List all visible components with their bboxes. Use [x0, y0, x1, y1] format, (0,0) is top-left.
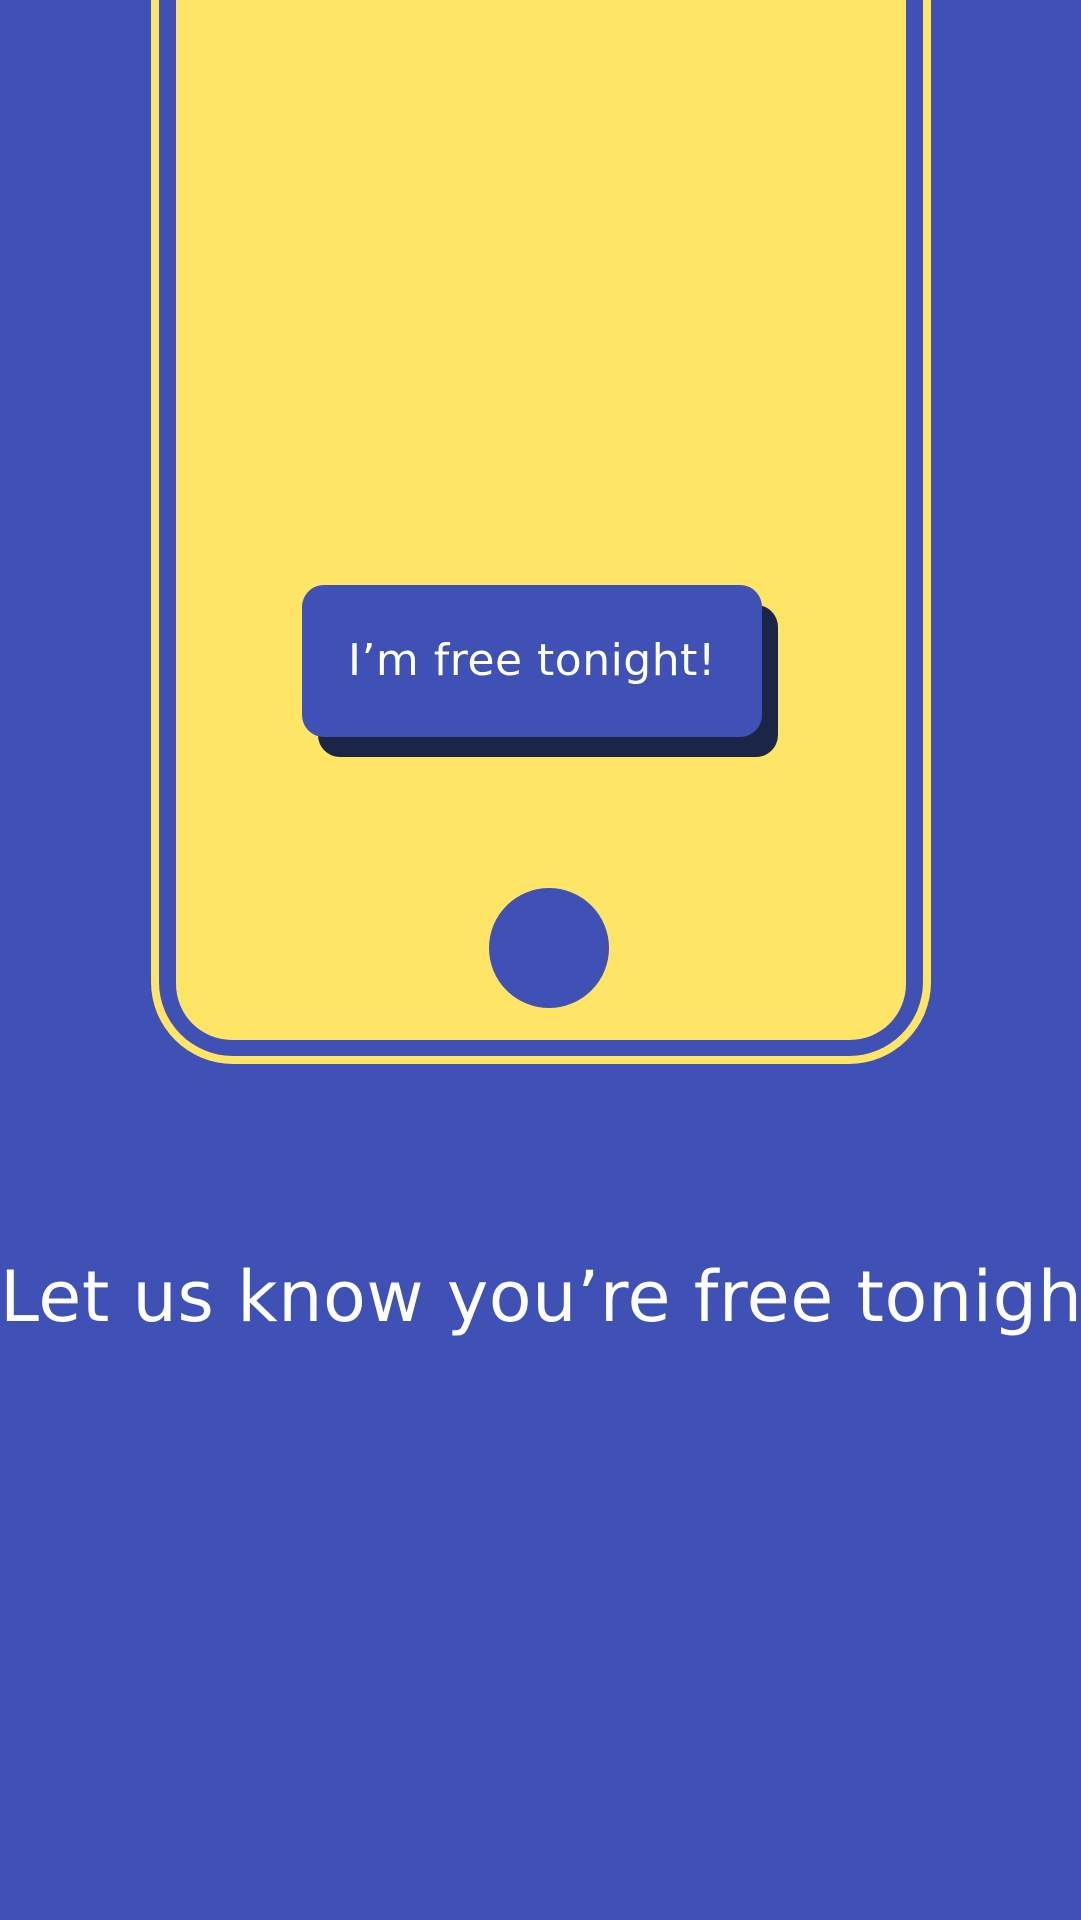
phone-screen	[176, 0, 906, 1040]
free-tonight-button-label: I’m free tonight!	[347, 635, 717, 686]
onboarding-headline: Let us know you’re free tonight	[0, 1256, 1081, 1338]
home-button-icon	[489, 888, 609, 1008]
free-tonight-button[interactable]: I’m free tonight!	[302, 585, 762, 737]
